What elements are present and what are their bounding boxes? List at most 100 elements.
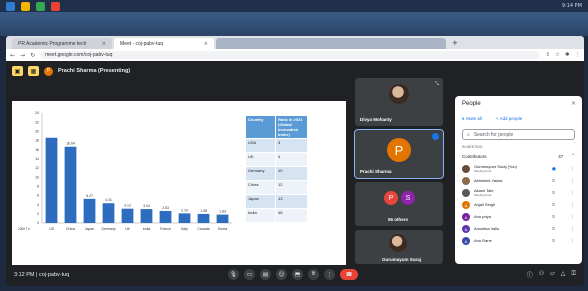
mic-off-icon[interactable]: ⦸: [552, 214, 555, 220]
bar: [178, 213, 191, 223]
panel-title: People: [462, 101, 481, 107]
blurred-window-bar: [0, 12, 588, 36]
presenter-label: Prachi Sharma (Presenting): [58, 68, 131, 74]
extensions-icon[interactable]: ✱: [565, 52, 570, 58]
camera-icon[interactable]: ▭: [244, 269, 255, 280]
table-row: Germany 10: [245, 166, 308, 181]
list-item[interactable]: A Anjali Singh ⦸ ⋮: [462, 199, 577, 211]
mic-off-icon[interactable]: ⦸: [552, 226, 555, 232]
participant-avatar: A: [462, 237, 470, 245]
close-icon[interactable]: ×: [102, 41, 106, 47]
table-header: Country: [245, 115, 276, 139]
table-cell: 10: [275, 166, 308, 181]
app-icon[interactable]: [36, 1, 45, 11]
mic-off-icon[interactable]: ⦸: [552, 190, 555, 196]
address-bar[interactable]: meet.google.com/coj-pabv-tuq: [40, 51, 541, 59]
more-options-icon[interactable]: ⋮: [324, 269, 335, 280]
list-item[interactable]: A Anushka Valis ⦸ ⋮: [462, 223, 577, 235]
meet-stage: ▣ ▦ P Prachi Sharma (Presenting) 24 22 20 1…: [6, 61, 584, 286]
x-tick-label: China: [66, 227, 75, 231]
contributors-header[interactable]: Contributors 47 ⌃: [462, 151, 575, 161]
tab-meet[interactable]: Meet - coj-pabv-tuq ×: [114, 38, 214, 49]
emoji-icon[interactable]: ☺: [276, 269, 287, 280]
people-search-input[interactable]: ⌕ Search for people: [462, 129, 575, 140]
y-tick-label: 6: [37, 194, 39, 198]
participant-name: Anu priya: [474, 213, 491, 219]
present-icon[interactable]: ▣: [12, 66, 23, 76]
people-icon[interactable]: ⚇: [539, 270, 544, 279]
chrome-icon[interactable]: [51, 1, 60, 11]
participant-tile-divya[interactable]: ⤡ Divya Mohanty: [355, 78, 443, 126]
info-icon[interactable]: ⓘ: [527, 270, 533, 279]
more-options-icon[interactable]: ⋮: [570, 167, 575, 172]
list-item[interactable]: A Anu Rane ⦸ ⋮: [462, 235, 577, 247]
raise-hand-icon[interactable]: ✋︎: [308, 269, 319, 280]
participant-tile-others[interactable]: P S 55 others: [355, 182, 443, 226]
close-icon[interactable]: ×: [571, 100, 576, 107]
participant-avatar: [462, 189, 470, 197]
participant-tile-prachi[interactable]: P Prachi Sharma: [354, 129, 444, 179]
star-icon[interactable]: ☆: [555, 52, 560, 58]
more-options-icon[interactable]: ⋮: [570, 239, 575, 244]
reload-icon[interactable]: ↻: [30, 52, 35, 59]
participant-tile-guru[interactable]: Gurumayum Suraj: [355, 230, 443, 264]
pin-icon[interactable]: ⤡: [435, 81, 439, 87]
present-screen-icon[interactable]: ⬒: [292, 269, 303, 280]
share-icon[interactable]: ⇪: [545, 52, 550, 58]
search-placeholder: Search for people: [473, 131, 514, 138]
speaking-icon[interactable]: ●: [552, 167, 556, 172]
tab-third[interactable]: [216, 38, 446, 49]
list-item[interactable]: Abhishek Yadav ⦸ ⋮: [462, 175, 577, 187]
add-people-button[interactable]: + Add people: [496, 116, 522, 121]
more-options-icon[interactable]: ⋮: [570, 215, 575, 220]
y-tick-label: 4: [37, 203, 39, 207]
mic-icon[interactable]: 🎙︎: [228, 269, 239, 280]
start-icon[interactable]: [6, 1, 15, 11]
add-people-label: Add people: [499, 116, 523, 121]
more-options-icon[interactable]: ⋮: [570, 179, 575, 184]
bar-value-label: 3.04: [143, 204, 150, 208]
more-options-icon[interactable]: ⋮: [570, 227, 575, 232]
close-icon[interactable]: ×: [204, 41, 208, 47]
menu-icon[interactable]: ⋮: [575, 52, 581, 58]
captions-icon[interactable]: ▤: [260, 269, 271, 280]
participant-photo: [389, 234, 407, 252]
mute-all-button[interactable]: 🔇︎ Mute all: [462, 116, 482, 121]
lock-icon[interactable]: ⚿: [571, 270, 576, 279]
forward-icon[interactable]: →: [20, 52, 25, 59]
bar-value-label: 1.98: [200, 209, 207, 213]
chat-icon[interactable]: ▱: [550, 270, 555, 279]
table-cell: 3: [275, 138, 308, 153]
mic-off-icon[interactable]: ⦸: [552, 202, 555, 208]
section-label: IN MEETING: [462, 145, 483, 149]
end-call-button[interactable]: ☎︎: [340, 269, 358, 280]
people-panel: People × 🔇︎ Mute all + Add people ⌕ Sear…: [455, 96, 582, 264]
participant-avatar: A: [462, 213, 470, 221]
mic-off-icon[interactable]: ⦸: [552, 178, 555, 184]
table-cell: China: [245, 180, 276, 195]
layout-icon[interactable]: ▦: [28, 66, 39, 76]
bar-value-label: 1.83: [219, 210, 226, 214]
participant-avatar: [462, 165, 470, 173]
participant-name: Divya Mohanty: [360, 117, 392, 122]
tab-academic[interactable]: PR Academic Programme tech ×: [12, 38, 112, 49]
panel-actions: 🔇︎ Mute all + Add people: [462, 116, 522, 121]
participant-name: Prachi Sharma: [360, 169, 392, 174]
participant-name: Anjali Singh: [474, 201, 496, 207]
list-item[interactable]: Akash Tale Meeting host ⦸ ⋮: [462, 187, 577, 199]
new-tab-button[interactable]: +: [448, 39, 462, 47]
mic-off-icon[interactable]: ⦸: [552, 238, 555, 244]
more-options-icon[interactable]: ⋮: [570, 203, 575, 208]
activities-icon[interactable]: △: [561, 270, 566, 279]
y-tick-label: 18: [35, 139, 39, 143]
list-item[interactable]: A Anu priya ⦸ ⋮: [462, 211, 577, 223]
participant-name: Akash Tale Meeting host: [474, 187, 494, 197]
table-row: UK 4: [245, 152, 308, 167]
bar-value-label: 5.27: [86, 194, 93, 198]
folder-icon[interactable]: [21, 1, 30, 11]
participant-avatar: A: [462, 225, 470, 233]
back-icon[interactable]: ←: [10, 52, 15, 59]
list-item[interactable]: Gurumayum Suraj (You) Meeting host ● ⋮: [462, 163, 577, 175]
chevron-up-icon[interactable]: ⌃: [571, 154, 575, 159]
more-options-icon[interactable]: ⋮: [570, 191, 575, 196]
